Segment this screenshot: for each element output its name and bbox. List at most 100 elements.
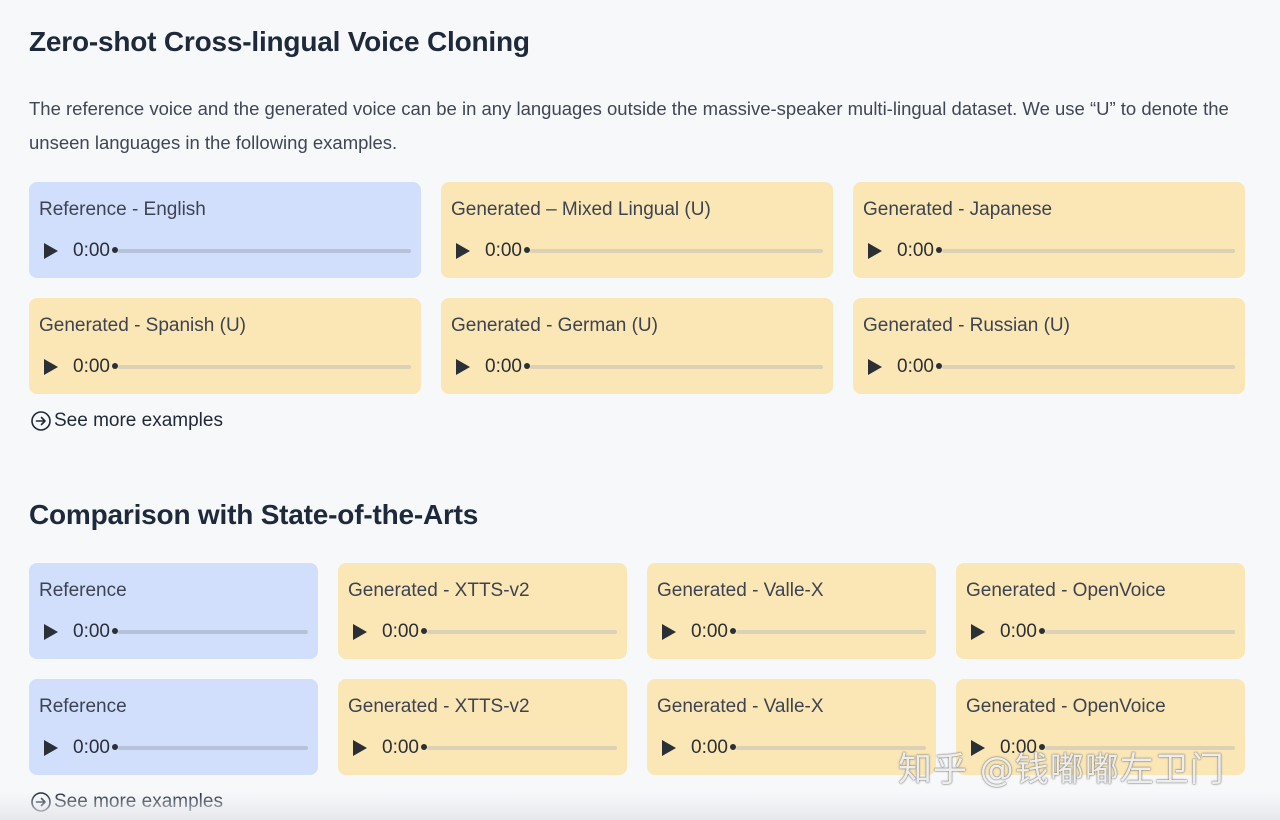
play-icon[interactable] <box>456 359 470 375</box>
audio-card-label: Generated - XTTS-v2 <box>348 580 530 601</box>
audio-progress-knob[interactable] <box>523 363 530 369</box>
audio-player: 0:00 <box>863 240 1235 262</box>
watermark-text: 知乎 @钱嘟嘟左卫门 <box>898 750 1225 790</box>
play-icon[interactable] <box>868 359 882 375</box>
audio-progress-knob[interactable] <box>111 628 118 634</box>
audio-card-generated-japanese: Generated - Japanese 0:00 <box>853 182 1245 278</box>
audio-progress-knob[interactable] <box>729 628 736 634</box>
audio-progress-bar[interactable] <box>420 628 617 634</box>
audio-card-label: Reference <box>39 580 127 601</box>
audio-player: 0:00 <box>451 240 823 262</box>
audio-player: 0:00 <box>348 737 617 759</box>
audio-progress-knob[interactable] <box>111 744 118 750</box>
audio-card-label: Generated - Russian (U) <box>863 315 1070 336</box>
audio-time: 0:00 <box>485 356 522 377</box>
play-icon[interactable] <box>456 243 470 259</box>
audio-progress-knob[interactable] <box>420 744 427 750</box>
audio-card-reference: Reference 0:00 <box>29 563 318 659</box>
audio-card-generated-spanish: Generated - Spanish (U) 0:00 <box>29 298 421 394</box>
play-icon[interactable] <box>44 740 58 756</box>
audio-player: 0:00 <box>39 621 308 643</box>
audio-time: 0:00 <box>73 240 110 261</box>
audio-time: 0:00 <box>382 737 419 758</box>
audio-card-label: Generated – Mixed Lingual (U) <box>451 199 711 220</box>
audio-card-label: Reference <box>39 696 127 717</box>
circle-arrow-right-icon <box>31 792 51 812</box>
audio-progress-knob[interactable] <box>935 363 942 369</box>
audio-card-generated-xtts-v2: Generated - XTTS-v2 0:00 <box>338 679 627 775</box>
audio-player: 0:00 <box>966 621 1235 643</box>
see-more-label[interactable]: See more examples <box>54 410 223 432</box>
audio-player: 0:00 <box>657 621 926 643</box>
audio-progress-bar[interactable] <box>1038 628 1235 634</box>
see-more-label[interactable]: See more examples <box>54 791 223 813</box>
audio-card-generated-xtts-v2: Generated - XTTS-v2 0:00 <box>338 563 627 659</box>
section-title-comparison: Comparison with State-of-the-Arts <box>29 499 479 530</box>
audio-progress-bar[interactable] <box>523 363 823 369</box>
audio-player: 0:00 <box>657 737 926 759</box>
audio-progress-knob[interactable] <box>420 628 427 634</box>
audio-progress-bar[interactable] <box>729 628 926 634</box>
audio-time: 0:00 <box>691 737 728 758</box>
audio-progress-bar[interactable] <box>420 744 617 750</box>
audio-card-label: Generated - Japanese <box>863 199 1053 220</box>
cross-lingual-audio-grid: Reference - English 0:00 Generated – Mix… <box>29 182 1245 394</box>
audio-card-label: Generated - OpenVoice <box>966 696 1166 717</box>
audio-player: 0:00 <box>451 356 823 378</box>
section-description: The reference voice and the generated vo… <box>29 98 1229 153</box>
audio-card-label: Generated - OpenVoice <box>966 580 1166 601</box>
play-icon[interactable] <box>44 359 58 375</box>
audio-progress-bar[interactable] <box>935 247 1235 253</box>
audio-time: 0:00 <box>73 356 110 377</box>
audio-card-generated-german: Generated - German (U) 0:00 <box>441 298 833 394</box>
play-icon[interactable] <box>662 624 676 640</box>
see-more-examples-link[interactable]: See more examples <box>30 791 223 813</box>
audio-time: 0:00 <box>897 240 934 261</box>
audio-progress-bar[interactable] <box>111 744 308 750</box>
audio-card-label: Reference - English <box>39 199 206 220</box>
audio-player: 0:00 <box>39 240 411 262</box>
audio-card-generated-mixed-lingual: Generated – Mixed Lingual (U) 0:00 <box>441 182 833 278</box>
audio-progress-bar[interactable] <box>111 247 411 253</box>
audio-progress-bar[interactable] <box>111 363 411 369</box>
audio-card-reference-english: Reference - English 0:00 <box>29 182 421 278</box>
audio-time: 0:00 <box>1000 621 1037 642</box>
section-title-cross-lingual: Zero-shot Cross-lingual Voice Cloning <box>29 26 530 57</box>
audio-player: 0:00 <box>863 356 1235 378</box>
audio-progress-knob[interactable] <box>729 744 736 750</box>
audio-card-reference: Reference 0:00 <box>29 679 318 775</box>
audio-time: 0:00 <box>73 737 110 758</box>
audio-player: 0:00 <box>39 737 308 759</box>
play-icon[interactable] <box>971 624 985 640</box>
audio-time: 0:00 <box>897 356 934 377</box>
audio-progress-bar[interactable] <box>111 628 308 634</box>
audio-progress-knob[interactable] <box>1038 628 1045 634</box>
audio-progress-knob[interactable] <box>111 363 118 369</box>
play-icon[interactable] <box>44 624 58 640</box>
audio-time: 0:00 <box>485 240 522 261</box>
audio-time: 0:00 <box>382 621 419 642</box>
audio-card-label: Generated - Spanish (U) <box>39 315 246 336</box>
audio-time: 0:00 <box>691 621 728 642</box>
audio-player: 0:00 <box>348 621 617 643</box>
play-icon[interactable] <box>353 624 367 640</box>
circle-arrow-right-icon <box>31 411 51 431</box>
see-more-examples-link[interactable]: See more examples <box>30 410 223 432</box>
audio-card-label: Generated - German (U) <box>451 315 658 336</box>
audio-progress-knob[interactable] <box>111 247 118 253</box>
audio-progress-knob[interactable] <box>935 247 942 253</box>
play-icon[interactable] <box>44 243 58 259</box>
audio-card-generated-russian: Generated - Russian (U) 0:00 <box>853 298 1245 394</box>
audio-card-generated-valle-x: Generated - Valle-X 0:00 <box>647 563 936 659</box>
audio-card-label: Generated - Valle-X <box>657 580 824 601</box>
audio-progress-bar[interactable] <box>935 363 1235 369</box>
audio-time: 0:00 <box>73 621 110 642</box>
audio-progress-bar[interactable] <box>523 247 823 253</box>
play-icon[interactable] <box>353 740 367 756</box>
audio-card-label: Generated - XTTS-v2 <box>348 696 530 717</box>
audio-player: 0:00 <box>39 356 411 378</box>
play-icon[interactable] <box>868 243 882 259</box>
play-icon[interactable] <box>662 740 676 756</box>
audio-card-label: Generated - Valle-X <box>657 696 824 717</box>
audio-progress-knob[interactable] <box>523 247 530 253</box>
